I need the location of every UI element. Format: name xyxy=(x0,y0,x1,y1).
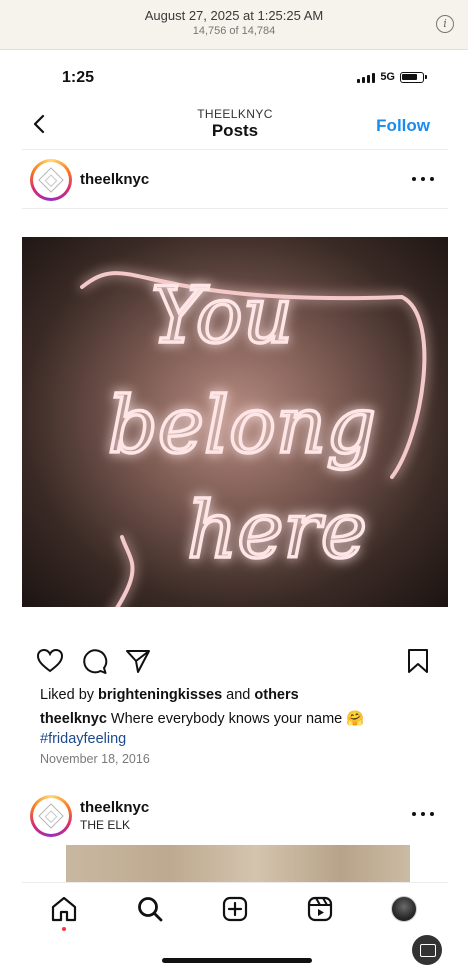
caption-username[interactable]: theelknyc xyxy=(40,711,107,727)
search-icon[interactable] xyxy=(136,895,164,923)
more-options-icon[interactable] xyxy=(412,812,434,818)
neon-word-1: You xyxy=(151,271,293,361)
comment-icon[interactable] xyxy=(80,647,108,675)
status-icons: 5G xyxy=(357,71,427,83)
likes-text: Liked by brighteningkisses and others xyxy=(40,687,299,703)
status-time: 1:25 xyxy=(62,69,95,86)
viewer-header: August 27, 2025 at 1:25:25 AM 14,756 of … xyxy=(0,0,468,50)
elk-logo-icon xyxy=(38,167,64,193)
profile-avatar[interactable] xyxy=(391,896,417,922)
notification-dot xyxy=(62,927,66,931)
home-icon[interactable] xyxy=(50,895,78,923)
neon-word-2: belong xyxy=(108,381,376,471)
battery-icon xyxy=(400,71,427,83)
bookmark-icon[interactable] xyxy=(404,647,432,675)
heart-icon[interactable] xyxy=(36,647,64,675)
cellular-signal-icon xyxy=(357,72,376,83)
text-scan-icon[interactable] xyxy=(412,935,442,965)
post-actions xyxy=(22,647,448,675)
follow-button[interactable]: Follow xyxy=(376,116,430,136)
viewer-date: August 27, 2025 at 1:25:25 AM xyxy=(144,8,324,23)
phone-screen: 1:25 5G THEELKNYC Posts Follow theelknyc xyxy=(22,50,448,968)
info-icon[interactable]: i xyxy=(436,15,454,33)
tab-bar xyxy=(22,882,448,938)
next-post-header: theelknyc THE ELK xyxy=(22,787,448,843)
neon-sign: You belong here xyxy=(80,269,427,607)
post-header: theelknyc xyxy=(22,151,448,207)
caption-text: Where everybody knows your name 🤗 xyxy=(106,711,365,727)
viewer-count: 14,756 of 14,784 xyxy=(192,25,276,37)
liker-username[interactable]: brighteningkisses xyxy=(98,687,222,703)
more-options-icon[interactable] xyxy=(412,177,434,183)
avatar[interactable] xyxy=(30,795,72,837)
post-date: November 18, 2016 xyxy=(40,752,150,766)
post-username[interactable]: theelknyc xyxy=(80,171,149,188)
elk-logo-icon xyxy=(38,803,64,829)
avatar[interactable] xyxy=(30,159,72,201)
share-icon[interactable] xyxy=(124,647,152,675)
likes-others-link[interactable]: others xyxy=(254,687,298,703)
post-header-divider xyxy=(22,208,448,209)
nav-divider xyxy=(22,149,448,150)
next-post-username[interactable]: theelknyc xyxy=(80,799,149,816)
post-caption: theelknyc Where everybody knows your nam… xyxy=(40,709,440,749)
next-post-image[interactable] xyxy=(66,845,410,883)
hashtag-link[interactable]: #fridayfeeling xyxy=(40,731,126,747)
home-indicator[interactable] xyxy=(162,958,312,963)
post-image[interactable]: You belong here xyxy=(22,237,448,607)
reels-icon[interactable] xyxy=(306,895,334,923)
network-label: 5G xyxy=(380,71,395,83)
create-icon[interactable] xyxy=(221,895,249,923)
next-post-location[interactable]: THE ELK xyxy=(80,818,130,832)
neon-word-3: here xyxy=(187,486,367,576)
